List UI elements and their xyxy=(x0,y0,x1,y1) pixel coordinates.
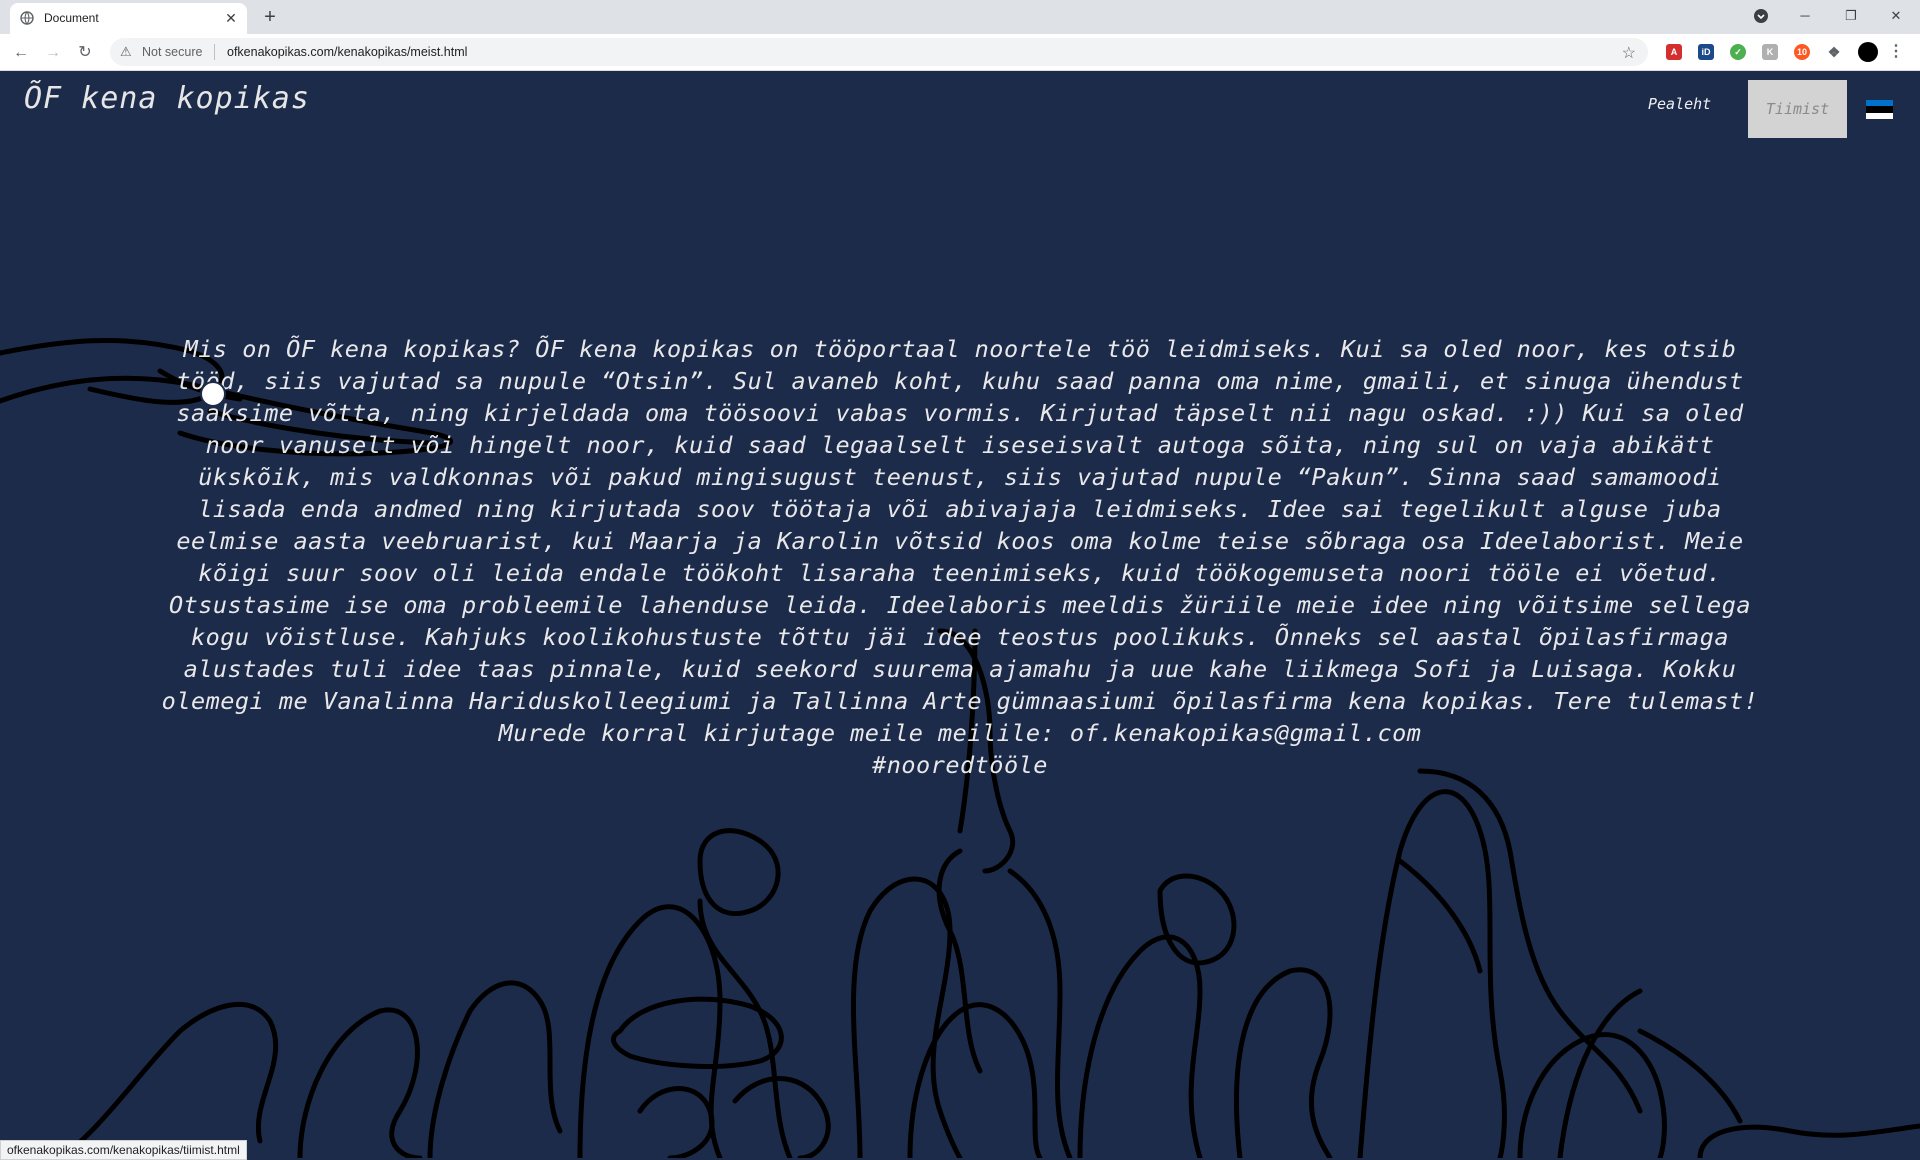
profile-avatar[interactable] xyxy=(1858,42,1878,62)
globe-icon xyxy=(20,11,34,25)
tab-strip: Document ✕ + ─ ❐ ✕ xyxy=(0,0,1920,34)
forward-arrow-icon[interactable]: → xyxy=(40,40,66,66)
nav-home-link[interactable]: Pealeht xyxy=(1648,95,1711,113)
browser-tab[interactable]: Document ✕ xyxy=(10,3,247,34)
address-bar[interactable]: ⚠ Not secure ofkenakopikas.com/kenakopik… xyxy=(110,38,1648,66)
mouse-cursor-icon xyxy=(200,381,226,407)
puzzle-icon[interactable]: ❖ xyxy=(1826,44,1842,60)
bookmark-star-icon[interactable]: ☆ xyxy=(1622,43,1636,63)
tab-title: Document xyxy=(44,11,99,25)
counter-icon[interactable]: 10 xyxy=(1794,44,1810,60)
reload-icon[interactable]: ↻ xyxy=(72,40,98,66)
intro-paragraph: Mis on ÕF kena kopikas? ÕF kena kopikas … xyxy=(150,333,1770,781)
url-text[interactable]: ofkenakopikas.com/kenakopikas/meist.html xyxy=(227,45,467,59)
back-arrow-icon[interactable]: ← xyxy=(8,40,34,66)
warning-icon: ⚠ xyxy=(120,44,132,59)
hashtag: #nooredtööle xyxy=(872,751,1048,779)
maximize-button[interactable]: ❐ xyxy=(1836,5,1866,27)
id-icon[interactable]: iD xyxy=(1698,44,1714,60)
tab-close-icon[interactable]: ✕ xyxy=(223,10,239,26)
browser-chrome: Document ✕ + ─ ❐ ✕ ← → ↻ ⚠ Not secure of… xyxy=(0,0,1920,71)
browser-toolbar: ← → ↻ ⚠ Not secure ofkenakopikas.com/ken… xyxy=(0,34,1920,71)
address-divider xyxy=(214,44,215,60)
nav-team-link[interactable]: Tiimist xyxy=(1748,80,1847,138)
minimize-button[interactable]: ─ xyxy=(1790,5,1820,27)
close-window-button[interactable]: ✕ xyxy=(1881,5,1911,27)
ext-icon[interactable]: K xyxy=(1762,44,1778,60)
acrobat-icon[interactable]: A xyxy=(1666,44,1682,60)
site-logo[interactable]: ÕF kena kopikas xyxy=(24,81,310,116)
estonian-flag-icon[interactable] xyxy=(1866,100,1893,119)
security-label[interactable]: Not secure xyxy=(142,45,202,59)
status-bar: ofkenakopikas.com/kenakopikas/tiimist.ht… xyxy=(0,1140,247,1160)
intro-text: Mis on ÕF kena kopikas? ÕF kena kopikas … xyxy=(161,335,1759,747)
kebab-menu-icon[interactable]: ⋮ xyxy=(1888,44,1904,60)
site-header: ÕF kena kopikas Pealeht Tiimist xyxy=(0,71,1920,139)
new-tab-button[interactable]: + xyxy=(258,6,282,28)
shield-icon[interactable]: ✓ xyxy=(1730,44,1746,60)
tab-search-icon[interactable] xyxy=(1746,5,1776,27)
